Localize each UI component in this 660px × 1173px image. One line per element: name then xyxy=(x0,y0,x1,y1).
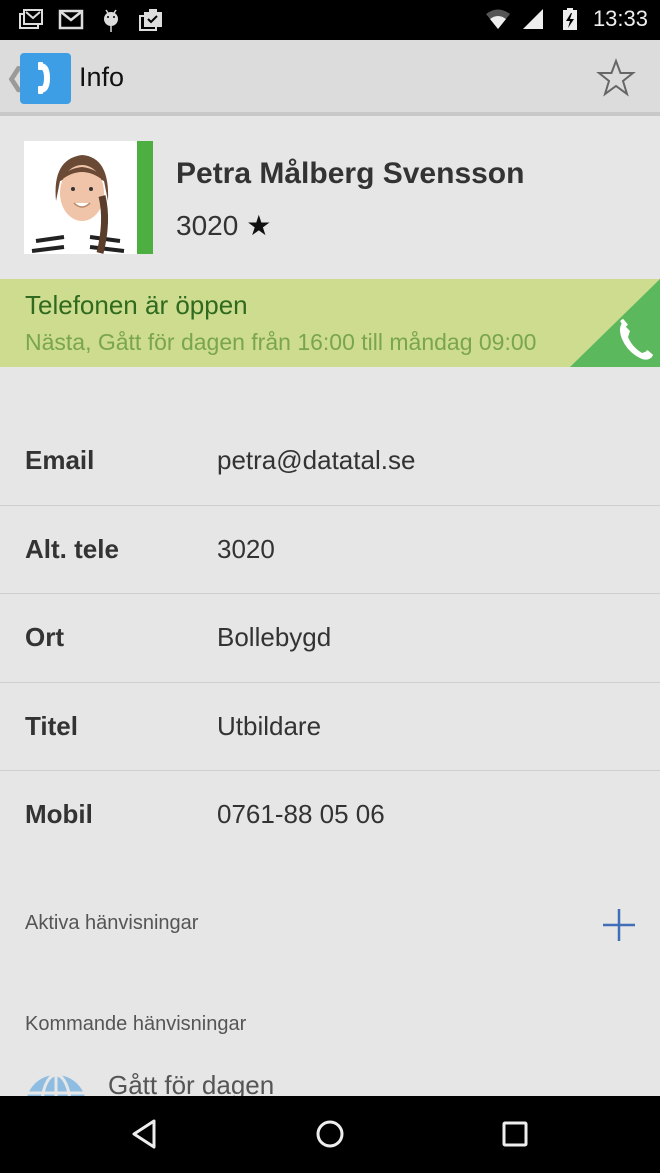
notification-icons xyxy=(18,8,164,32)
field-value: Utbildare xyxy=(217,710,322,741)
field-row-mobile[interactable]: Mobil 0761-88 05 06 xyxy=(0,771,660,860)
wifi-icon xyxy=(485,9,510,29)
contact-name: Petra Målberg Svensson xyxy=(176,157,525,190)
field-value: Bollebygd xyxy=(217,622,332,652)
contact-avatar xyxy=(24,141,137,254)
home-icon[interactable] xyxy=(310,1116,350,1152)
battery-charging-icon xyxy=(562,8,577,30)
field-row-title[interactable]: Titel Utbildare xyxy=(0,683,660,771)
gmail-stack-icon xyxy=(19,9,43,29)
navigation-bar xyxy=(0,1096,660,1173)
favorite-star-icon: ★ xyxy=(246,210,272,241)
field-row-city[interactable]: Ort Bollebygd xyxy=(0,594,660,683)
field-label: Mobil xyxy=(25,799,93,829)
page-title: Info xyxy=(79,62,125,92)
add-referral-button[interactable] xyxy=(600,906,638,944)
field-value[interactable]: 3020 xyxy=(217,534,275,565)
recents-icon[interactable] xyxy=(495,1116,535,1152)
phone-status-title: Telefonen är öppen xyxy=(25,290,248,320)
clock: 13:33 xyxy=(592,6,648,31)
field-label: Alt. tele xyxy=(25,533,119,564)
contact-header: Petra Målberg Svensson 3020 ★ xyxy=(24,141,644,254)
contact-fields: Email petra@datatal.se Alt. tele 3020 Or… xyxy=(0,417,660,860)
active-referrals-heading: Aktiva hänvisningar xyxy=(25,912,199,934)
upcoming-referral-item[interactable]: Gått för dagen xyxy=(0,1068,660,1098)
cell-signal-icon xyxy=(522,9,543,29)
action-bar: ❮ Info xyxy=(0,40,660,116)
field-label: Ort xyxy=(25,622,64,652)
back-icon[interactable] xyxy=(126,1116,166,1152)
extension-number: 3020 xyxy=(176,209,239,241)
availability-strip xyxy=(137,141,153,254)
upcoming-referrals-heading: Kommande hänvisningar xyxy=(25,1013,247,1035)
android-debug-icon xyxy=(104,9,118,32)
system-icons: 13:33 xyxy=(485,6,648,32)
star-outline-icon[interactable] xyxy=(596,58,636,98)
status-bar: 13:33 xyxy=(0,0,660,40)
field-value[interactable]: petra@datatal.se xyxy=(217,445,415,476)
phone-status-banner[interactable]: Telefonen är öppen Nästa, Gått för dagen… xyxy=(0,279,660,367)
gmail-icon xyxy=(58,9,84,30)
field-value[interactable]: 0761-88 05 06 xyxy=(217,799,385,830)
field-label: Email xyxy=(25,445,95,475)
app-logo-icon[interactable] xyxy=(20,53,71,104)
phone-status-next: Nästa, Gått för dagen från 16:00 till må… xyxy=(25,329,537,355)
field-row-email[interactable]: Email petra@datatal.se xyxy=(0,417,660,506)
field-label: Titel xyxy=(25,710,78,741)
contact-extension: 3020 ★ xyxy=(176,209,271,242)
phone-icon[interactable] xyxy=(570,279,660,367)
upcoming-referral-text: Gått för dagen xyxy=(108,1070,275,1098)
globe-icon xyxy=(26,1073,86,1098)
field-row-alt-phone[interactable]: Alt. tele 3020 xyxy=(0,506,660,594)
clipboard-check-icon xyxy=(139,9,162,31)
